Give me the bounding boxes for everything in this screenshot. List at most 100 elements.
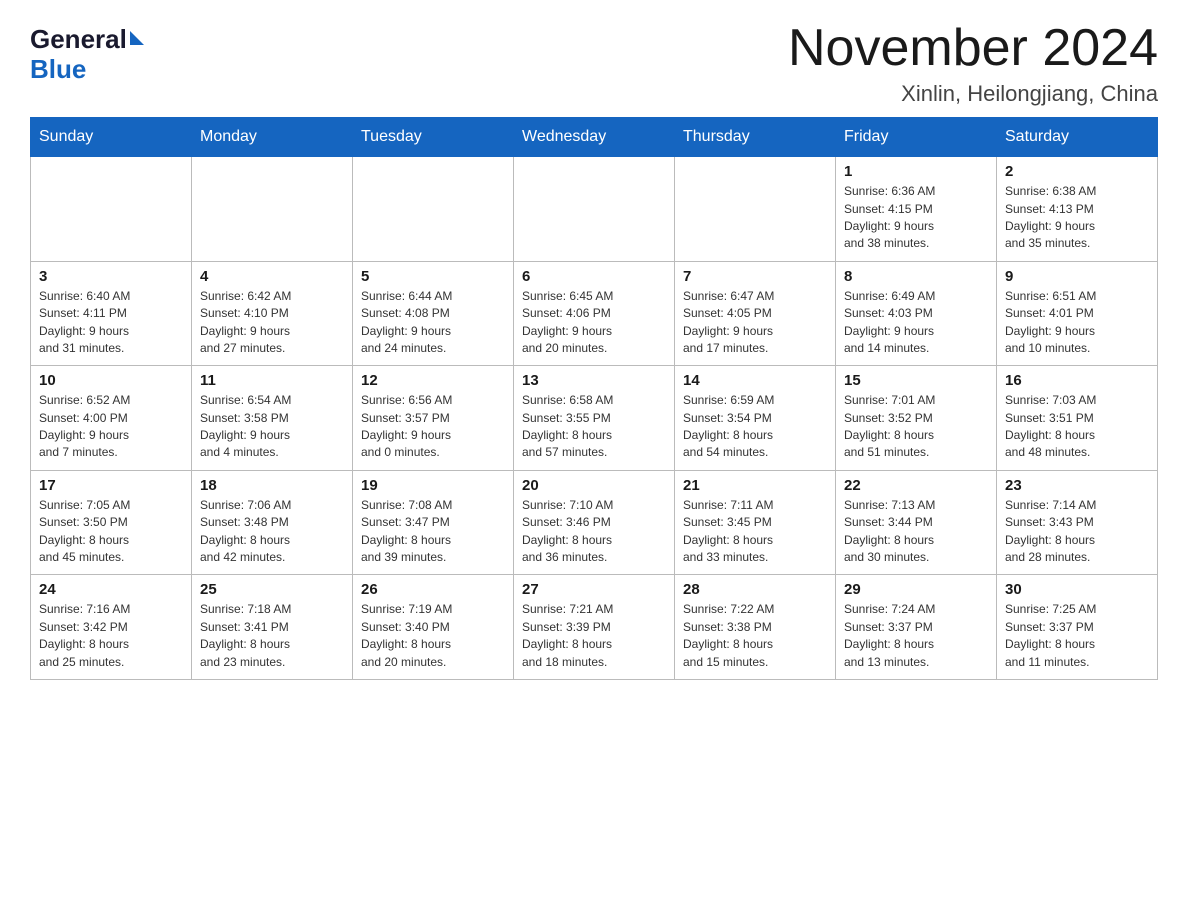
day-number: 4	[200, 268, 344, 285]
weekday-header-wednesday: Wednesday	[514, 118, 675, 157]
day-number: 1	[844, 163, 988, 180]
day-info: Sunrise: 7:19 AM Sunset: 3:40 PM Dayligh…	[361, 601, 505, 671]
day-info: Sunrise: 6:45 AM Sunset: 4:06 PM Dayligh…	[522, 288, 666, 358]
day-number: 23	[1005, 477, 1149, 494]
calendar-cell: 25 Sunrise: 7:18 AM Sunset: 3:41 PM Dayli…	[192, 575, 353, 680]
day-number: 3	[39, 268, 183, 285]
day-number: 2	[1005, 163, 1149, 180]
day-number: 18	[200, 477, 344, 494]
day-number: 16	[1005, 372, 1149, 389]
calendar-cell	[31, 157, 192, 262]
day-number: 7	[683, 268, 827, 285]
day-number: 24	[39, 581, 183, 598]
day-number: 26	[361, 581, 505, 598]
day-info: Sunrise: 7:06 AM Sunset: 3:48 PM Dayligh…	[200, 497, 344, 567]
day-info: Sunrise: 7:25 AM Sunset: 3:37 PM Dayligh…	[1005, 601, 1149, 671]
calendar-cell: 22Sunrise: 7:13 AM Sunset: 3:44 PM Dayli…	[836, 470, 997, 575]
calendar-cell: 3 Sunrise: 6:40 AM Sunset: 4:11 PM Daylig…	[31, 261, 192, 366]
day-info: Sunrise: 7:22 AM Sunset: 3:38 PM Dayligh…	[683, 601, 827, 671]
day-number: 9	[1005, 268, 1149, 285]
calendar-table: SundayMondayTuesdayWednesdayThursdayFrid…	[30, 117, 1158, 680]
calendar-cell: 23 Sunrise: 7:14 AM Sunset: 3:43 PM Dayli…	[997, 470, 1158, 575]
day-number: 21	[683, 477, 827, 494]
page-header: General Blue November 2024 Xinlin, Heilo…	[30, 20, 1158, 107]
calendar-cell: 12 Sunrise: 6:56 AM Sunset: 3:57 PM Dayli…	[353, 366, 514, 471]
calendar-cell: 30 Sunrise: 7:25 AM Sunset: 3:37 PM Dayli…	[997, 575, 1158, 680]
day-number: 15	[844, 372, 988, 389]
day-info: Sunrise: 7:08 AM Sunset: 3:47 PM Dayligh…	[361, 497, 505, 567]
calendar-cell: 9 Sunrise: 6:51 AM Sunset: 4:01 PM Daylig…	[997, 261, 1158, 366]
logo-triangle-icon	[130, 31, 144, 45]
day-info: Sunrise: 7:14 AM Sunset: 3:43 PM Dayligh…	[1005, 497, 1149, 567]
logo: General Blue	[30, 25, 144, 85]
calendar-cell	[353, 157, 514, 262]
day-info: Sunrise: 7:03 AM Sunset: 3:51 PM Dayligh…	[1005, 392, 1149, 462]
day-info: Sunrise: 6:38 AM Sunset: 4:13 PM Dayligh…	[1005, 183, 1149, 253]
calendar-cell: 19Sunrise: 7:08 AM Sunset: 3:47 PM Dayli…	[353, 470, 514, 575]
day-info: Sunrise: 6:42 AM Sunset: 4:10 PM Dayligh…	[200, 288, 344, 358]
weekday-header-monday: Monday	[192, 118, 353, 157]
weekday-header-tuesday: Tuesday	[353, 118, 514, 157]
day-info: Sunrise: 6:56 AM Sunset: 3:57 PM Dayligh…	[361, 392, 505, 462]
day-info: Sunrise: 6:58 AM Sunset: 3:55 PM Dayligh…	[522, 392, 666, 462]
calendar-week-row: 17 Sunrise: 7:05 AM Sunset: 3:50 PM Dayli…	[31, 470, 1158, 575]
calendar-week-row: 24 Sunrise: 7:16 AM Sunset: 3:42 PM Dayli…	[31, 575, 1158, 680]
calendar-cell: 2 Sunrise: 6:38 AM Sunset: 4:13 PM Daylig…	[997, 157, 1158, 262]
calendar-cell: 18 Sunrise: 7:06 AM Sunset: 3:48 PM Dayli…	[192, 470, 353, 575]
day-info: Sunrise: 7:18 AM Sunset: 3:41 PM Dayligh…	[200, 601, 344, 671]
day-number: 6	[522, 268, 666, 285]
location-title: Xinlin, Heilongjiang, China	[788, 81, 1158, 107]
calendar-cell: 7 Sunrise: 6:47 AM Sunset: 4:05 PM Daylig…	[675, 261, 836, 366]
calendar-cell: 1 Sunrise: 6:36 AM Sunset: 4:15 PM Daylig…	[836, 157, 997, 262]
logo-blue-text: Blue	[30, 54, 86, 85]
calendar-cell	[192, 157, 353, 262]
day-info: Sunrise: 6:44 AM Sunset: 4:08 PM Dayligh…	[361, 288, 505, 358]
calendar-week-row: 10Sunrise: 6:52 AM Sunset: 4:00 PM Dayli…	[31, 366, 1158, 471]
day-info: Sunrise: 7:21 AM Sunset: 3:39 PM Dayligh…	[522, 601, 666, 671]
calendar-cell: 13 Sunrise: 6:58 AM Sunset: 3:55 PM Dayli…	[514, 366, 675, 471]
day-info: Sunrise: 6:51 AM Sunset: 4:01 PM Dayligh…	[1005, 288, 1149, 358]
day-number: 20	[522, 477, 666, 494]
day-number: 13	[522, 372, 666, 389]
day-number: 27	[522, 581, 666, 598]
calendar-cell: 8Sunrise: 6:49 AM Sunset: 4:03 PM Daylig…	[836, 261, 997, 366]
day-info: Sunrise: 6:40 AM Sunset: 4:11 PM Dayligh…	[39, 288, 183, 358]
day-number: 10	[39, 372, 183, 389]
day-number: 14	[683, 372, 827, 389]
day-number: 22	[844, 477, 988, 494]
calendar-cell: 10Sunrise: 6:52 AM Sunset: 4:00 PM Dayli…	[31, 366, 192, 471]
day-info: Sunrise: 7:24 AM Sunset: 3:37 PM Dayligh…	[844, 601, 988, 671]
logo-general-text: General	[30, 25, 127, 54]
day-number: 5	[361, 268, 505, 285]
calendar-cell: 28Sunrise: 7:22 AM Sunset: 3:38 PM Dayli…	[675, 575, 836, 680]
day-number: 17	[39, 477, 183, 494]
day-info: Sunrise: 7:01 AM Sunset: 3:52 PM Dayligh…	[844, 392, 988, 462]
calendar-cell: 26 Sunrise: 7:19 AM Sunset: 3:40 PM Dayli…	[353, 575, 514, 680]
calendar-cell: 20 Sunrise: 7:10 AM Sunset: 3:46 PM Dayli…	[514, 470, 675, 575]
calendar-cell: 29Sunrise: 7:24 AM Sunset: 3:37 PM Dayli…	[836, 575, 997, 680]
calendar-cell: 17 Sunrise: 7:05 AM Sunset: 3:50 PM Dayli…	[31, 470, 192, 575]
day-info: Sunrise: 6:36 AM Sunset: 4:15 PM Dayligh…	[844, 183, 988, 253]
day-number: 11	[200, 372, 344, 389]
day-info: Sunrise: 6:49 AM Sunset: 4:03 PM Dayligh…	[844, 288, 988, 358]
day-info: Sunrise: 7:11 AM Sunset: 3:45 PM Dayligh…	[683, 497, 827, 567]
day-info: Sunrise: 6:54 AM Sunset: 3:58 PM Dayligh…	[200, 392, 344, 462]
day-info: Sunrise: 7:16 AM Sunset: 3:42 PM Dayligh…	[39, 601, 183, 671]
calendar-cell: 27 Sunrise: 7:21 AM Sunset: 3:39 PM Dayli…	[514, 575, 675, 680]
calendar-week-row: 1 Sunrise: 6:36 AM Sunset: 4:15 PM Daylig…	[31, 157, 1158, 262]
day-info: Sunrise: 6:47 AM Sunset: 4:05 PM Dayligh…	[683, 288, 827, 358]
calendar-cell: 5 Sunrise: 6:44 AM Sunset: 4:08 PM Daylig…	[353, 261, 514, 366]
day-info: Sunrise: 7:05 AM Sunset: 3:50 PM Dayligh…	[39, 497, 183, 567]
calendar-cell	[675, 157, 836, 262]
weekday-header-friday: Friday	[836, 118, 997, 157]
title-section: November 2024 Xinlin, Heilongjiang, Chin…	[788, 20, 1158, 107]
day-number: 12	[361, 372, 505, 389]
day-number: 25	[200, 581, 344, 598]
calendar-cell	[514, 157, 675, 262]
calendar-cell: 11 Sunrise: 6:54 AM Sunset: 3:58 PM Dayli…	[192, 366, 353, 471]
calendar-cell: 21 Sunrise: 7:11 AM Sunset: 3:45 PM Dayli…	[675, 470, 836, 575]
day-info: Sunrise: 7:10 AM Sunset: 3:46 PM Dayligh…	[522, 497, 666, 567]
day-number: 30	[1005, 581, 1149, 598]
calendar-cell: 14Sunrise: 6:59 AM Sunset: 3:54 PM Dayli…	[675, 366, 836, 471]
weekday-header-thursday: Thursday	[675, 118, 836, 157]
